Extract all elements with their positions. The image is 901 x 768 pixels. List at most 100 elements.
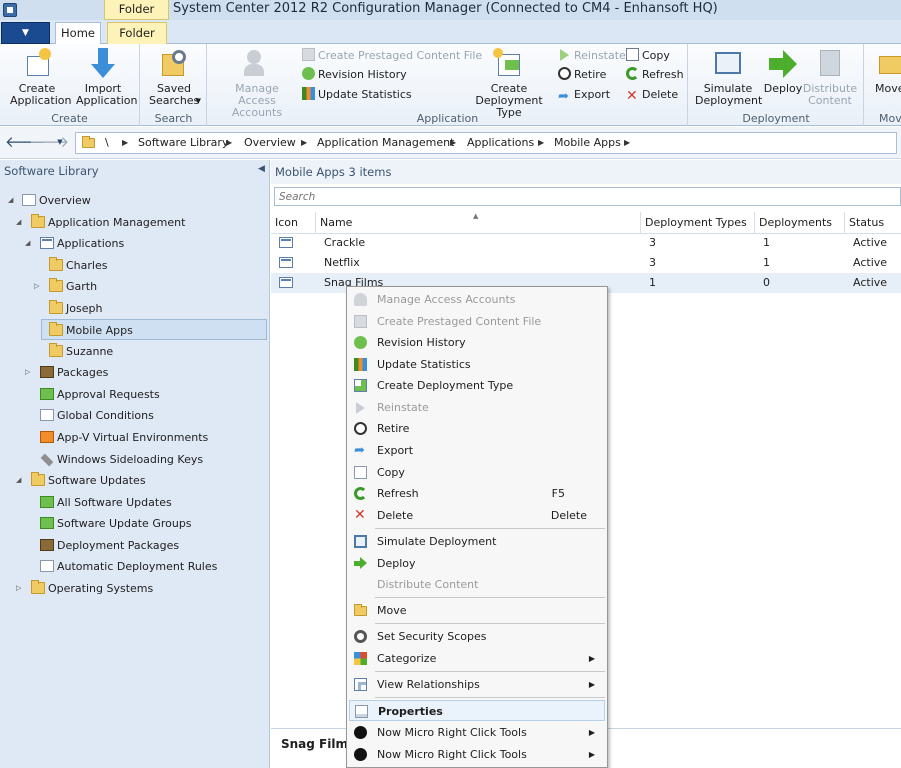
breadcrumb[interactable]: \ ▶ Software Library ▶ Overview ▶ Applic… (75, 132, 897, 154)
collapsed-icon[interactable]: ▷ (25, 362, 30, 383)
breadcrumb-separator-icon[interactable]: ▶ (624, 136, 630, 150)
menu-item-retire[interactable]: Retire (349, 418, 605, 439)
tree-item-applications[interactable]: ◢ Applications (4, 233, 264, 254)
folder-icon (49, 257, 63, 271)
tree-item-all-software-updates[interactable]: All Software Updates (4, 492, 264, 513)
copy-button[interactable]: Copy (626, 47, 670, 65)
tree-label: Application Management (48, 216, 186, 229)
tree-item-appv-environments[interactable]: App-V Virtual Environments (4, 427, 264, 448)
saved-searches-button[interactable]: Saved Searches ▼ (143, 46, 205, 107)
create-prestaged-content-button[interactable]: Create Prestaged Content File (302, 47, 482, 65)
distribute-content-button[interactable]: Distribute Content (801, 46, 859, 107)
back-arrow-icon[interactable]: 🡐 (5, 134, 45, 152)
menu-item-copy[interactable]: Copy (349, 462, 605, 483)
menu-item-set-security-scopes[interactable]: Set Security Scopes (349, 626, 605, 647)
tree-item-joseph[interactable]: Joseph (4, 298, 264, 319)
tree-item-global-conditions[interactable]: Global Conditions (4, 405, 264, 426)
menu-item-now-micro-right-click-tools[interactable]: Now Micro Right Click Tools ▶ (349, 744, 605, 765)
menu-item-create-prestaged-content-file[interactable]: Create Prestaged Content File (349, 311, 605, 332)
breadcrumb-separator-icon[interactable]: ▶ (122, 136, 128, 150)
column-header-icon[interactable]: Icon (271, 212, 316, 234)
application-menu-button[interactable]: ▼ (1, 22, 50, 44)
table-row[interactable]: Crackle 3 1 Active (271, 233, 901, 253)
search-box[interactable] (274, 187, 901, 206)
tree-item-garth[interactable]: ▷ Garth (4, 276, 264, 297)
move-button[interactable]: Move (875, 46, 901, 95)
breadcrumb-item-mobile-apps[interactable]: Mobile Apps (554, 136, 621, 150)
forward-arrow-icon[interactable]: 🡒 (29, 134, 69, 152)
expanded-icon[interactable]: ◢ (8, 190, 13, 211)
menu-item-properties[interactable]: Properties (349, 700, 605, 721)
menu-item-deploy[interactable]: Deploy (349, 553, 605, 574)
breadcrumb-item-software-library[interactable]: Software Library (138, 136, 228, 150)
collapsed-icon[interactable]: ▷ (34, 276, 39, 297)
menu-item-reinstate[interactable]: Reinstate (349, 397, 605, 418)
expanded-icon[interactable]: ◢ (16, 470, 21, 491)
tree-item-approval-requests[interactable]: Approval Requests (4, 384, 264, 405)
tree-item-overview[interactable]: ◢ Overview (4, 190, 264, 211)
create-deployment-type-button[interactable]: Create Deployment Type (464, 46, 554, 119)
app-icon[interactable] (3, 3, 17, 17)
menu-item-update-statistics[interactable]: Update Statistics (349, 354, 605, 375)
tab-home[interactable]: Home (55, 22, 101, 45)
simulate-deployment-button[interactable]: Simulate Deployment (693, 46, 763, 107)
menu-item-delete[interactable]: ✕ Delete Delete (349, 505, 605, 526)
delete-button[interactable]: ✕ Delete (626, 86, 678, 104)
column-header-name[interactable]: Name (316, 212, 641, 234)
tree-item-sideloading-keys[interactable]: Windows Sideloading Keys (4, 449, 264, 470)
menu-item-view-relationships[interactable]: View Relationships ▶ (349, 674, 605, 695)
collapsed-icon[interactable]: ▷ (16, 578, 21, 599)
menu-item-create-deployment-type[interactable]: Create Deployment Type (349, 375, 605, 396)
menu-item-revision-history[interactable]: Revision History (349, 332, 605, 353)
search-input[interactable] (275, 188, 900, 205)
menu-item-categorize[interactable]: Categorize ▶ (349, 648, 605, 669)
manage-access-accounts-button[interactable]: Manage Access Accounts (214, 46, 300, 119)
expanded-icon[interactable]: ◢ (25, 233, 30, 254)
breadcrumb-separator-icon[interactable]: ▶ (450, 136, 456, 150)
revision-history-button[interactable]: Revision History (302, 66, 407, 84)
update-statistics-button[interactable]: Update Statistics (302, 86, 412, 104)
tree-item-application-management[interactable]: ◢ Application Management (4, 212, 264, 233)
breadcrumb-separator-icon[interactable]: ▶ (301, 136, 307, 150)
tree-item-software-updates[interactable]: ◢ Software Updates (4, 470, 264, 491)
breadcrumb-item-applications[interactable]: Applications (467, 136, 534, 150)
tab-folder[interactable]: Folder (107, 22, 167, 45)
create-application-button[interactable]: Create Application (4, 46, 71, 107)
menu-item-refresh[interactable]: Refresh F5 (349, 483, 605, 504)
breadcrumb-separator-icon[interactable]: ▶ (538, 136, 544, 150)
breadcrumb-separator-icon[interactable]: ▶ (226, 136, 232, 150)
menu-item-distribute-content[interactable]: Distribute Content (349, 574, 605, 595)
expanded-icon[interactable]: ◢ (16, 212, 21, 233)
tree-item-operating-systems[interactable]: ▷ Operating Systems (4, 578, 264, 599)
menu-item-manage-access-accounts[interactable]: Manage Access Accounts (349, 289, 605, 310)
table-row[interactable]: Netflix 3 1 Active (271, 253, 901, 273)
column-header-deployments[interactable]: Deployments (755, 212, 845, 234)
export-button[interactable]: ➦ Export (558, 86, 610, 104)
retire-button[interactable]: Retire (558, 66, 606, 84)
reinstate-button[interactable]: Reinstate (558, 47, 626, 65)
tree-item-suzanne[interactable]: Suzanne (4, 341, 264, 362)
column-header-status[interactable]: Status (845, 212, 901, 234)
tree-item-mobile-apps[interactable]: Mobile Apps (41, 319, 267, 340)
refresh-button[interactable]: Refresh (626, 66, 684, 84)
history-dropdown-icon[interactable]: ▼ (54, 134, 66, 152)
import-application-button[interactable]: Import Application (70, 46, 137, 107)
tree-item-software-update-groups[interactable]: Software Update Groups (4, 513, 264, 534)
tree-item-automatic-deployment-rules[interactable]: Automatic Deployment Rules (4, 556, 264, 577)
menu-item-now-micro-right-click-tools[interactable]: Now Micro Right Click Tools ▶ (349, 722, 605, 743)
breadcrumb-item-application-management[interactable]: Application Management (317, 136, 454, 150)
cell-deployments: 0 (763, 276, 770, 289)
tree-item-charles[interactable]: Charles (4, 255, 264, 276)
collapse-pane-icon[interactable]: ◀ (258, 164, 265, 174)
deploy-button[interactable]: Deploy (763, 46, 803, 95)
folder-icon (49, 278, 63, 292)
menu-item-simulate-deployment[interactable]: Simulate Deployment (349, 531, 605, 552)
breadcrumb-root[interactable]: \ (105, 136, 109, 150)
breadcrumb-item-overview[interactable]: Overview (244, 136, 296, 150)
tree-item-packages[interactable]: ▷ Packages (4, 362, 264, 383)
menu-item-move[interactable]: Move (349, 600, 605, 621)
tree-item-deployment-packages[interactable]: Deployment Packages (4, 535, 264, 556)
menu-item-export[interactable]: ➦ Export (349, 440, 605, 461)
column-header-deployment-types[interactable]: Deployment Types (641, 212, 755, 234)
tree-label: Automatic Deployment Rules (57, 560, 218, 573)
